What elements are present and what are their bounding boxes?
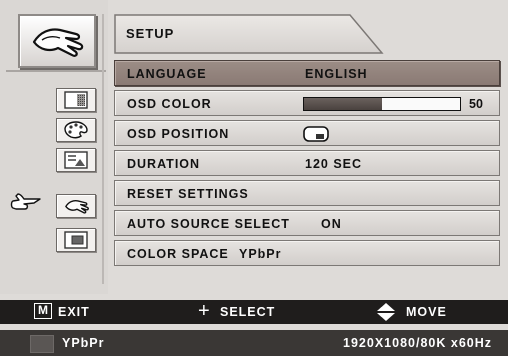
duration-value: 120 SEC [305,157,363,171]
osd-color-slider-fill [304,98,382,110]
osd-position-icon[interactable] [303,126,329,142]
osd-color-slider[interactable] [303,97,461,111]
category-sidebar [0,0,108,294]
move-hint: MOVE [406,305,447,319]
row-label: COLOR SPACE [127,247,229,261]
auto-source-value: ON [321,217,342,231]
hand-setup-icon [32,28,84,57]
row-label: LANGUAGE [127,67,207,81]
picture-category-button[interactable] [56,88,96,112]
row-label: AUTO SOURCE SELECT [127,217,290,231]
up-down-arrows-icon [377,303,395,321]
image-adjust-icon [64,151,88,169]
color-category-button[interactable] [56,118,96,142]
setup-category-button-active[interactable] [56,194,96,218]
input-source: YPbPr [62,336,105,350]
row-color-space[interactable]: COLOR SPACE YPbPr [114,240,500,266]
select-hint: SELECT [220,305,276,319]
row-auto-source-select[interactable]: AUTO SOURCE SELECT ON [114,210,500,236]
signal-resolution: 1920X1080/80K x60Hz [343,336,492,350]
row-label: OSD COLOR [127,97,212,111]
row-reset-settings[interactable]: RESET SETTINGS [114,180,500,206]
row-osd-color[interactable]: OSD COLOR 50 [114,90,500,116]
palette-icon [64,121,88,139]
color-space-value: YPbPr [239,247,282,261]
menu-key-icon: M [34,303,52,319]
plus-icon: + [198,300,210,322]
source-swatch [30,335,54,353]
row-osd-position[interactable]: OSD POSITION [114,120,500,146]
sidebar-border [102,14,104,284]
row-language[interactable]: LANGUAGE ENGLISH [114,60,500,86]
picture-icon [64,91,88,109]
hand-setup-icon [65,199,89,214]
settings-panel: SETUP LANGUAGE ENGLISH OSD COLOR 50 OSD … [110,14,500,294]
osd-screen: SETUP LANGUAGE ENGLISH OSD COLOR 50 OSD … [0,0,508,356]
nav-hint-bar: M EXIT + SELECT MOVE [0,300,508,324]
input-category-button[interactable] [56,228,96,252]
osd-color-value: 50 [469,97,483,111]
input-source-icon [64,231,88,249]
pointing-hand-icon [10,193,41,210]
exit-hint: EXIT [58,305,90,319]
image-category-button[interactable] [56,148,96,172]
menu-title: SETUP [126,26,175,41]
language-value: ENGLISH [305,67,368,81]
row-label: DURATION [127,157,201,171]
status-bar: YPbPr 1920X1080/80K x60Hz [0,330,508,356]
row-duration[interactable]: DURATION 120 SEC [114,150,500,176]
sidebar-divider [6,70,106,72]
row-label: OSD POSITION [127,127,230,141]
setup-category-button[interactable] [18,14,96,68]
row-label: RESET SETTINGS [127,187,249,201]
